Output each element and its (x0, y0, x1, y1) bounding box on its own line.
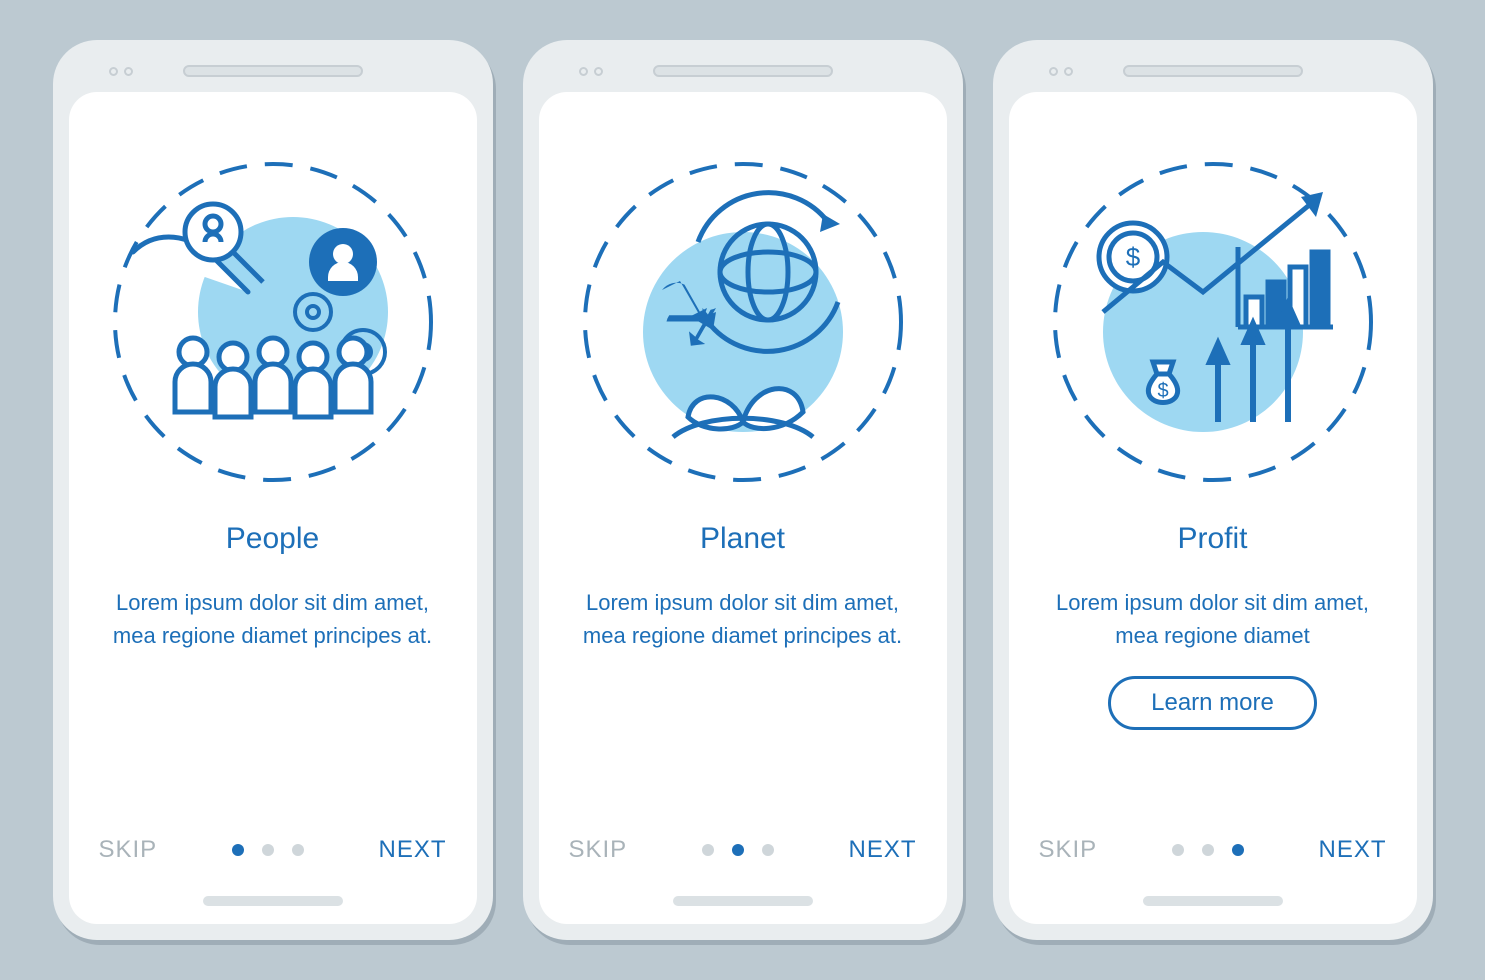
home-indicator (1143, 896, 1283, 906)
learn-more-button[interactable]: Learn more (1108, 676, 1317, 730)
screen-description: Lorem ipsum dolor sit dim amet, mea regi… (103, 586, 443, 652)
planet-icon (583, 162, 903, 482)
people-icon (113, 162, 433, 482)
screen-title: Planet (700, 522, 785, 556)
screen-description: Lorem ipsum dolor sit dim amet, mea regi… (573, 586, 913, 652)
onboarding-screen-1: People Lorem ipsum dolor sit dim amet, m… (69, 92, 477, 924)
skip-button[interactable]: SKIP (99, 836, 158, 864)
page-dot-3[interactable] (762, 844, 774, 856)
home-indicator (673, 896, 813, 906)
page-dot-2[interactable] (262, 844, 274, 856)
phone-frame: $ (993, 40, 1433, 940)
svg-text:$: $ (1125, 242, 1140, 272)
camera-dots (1049, 67, 1073, 76)
screen-title: People (226, 522, 319, 556)
page-dot-1[interactable] (702, 844, 714, 856)
phone-frame: People Lorem ipsum dolor sit dim amet, m… (53, 40, 493, 940)
phone-notch (1009, 56, 1417, 86)
nav-bar: SKIP NEXT (69, 836, 477, 864)
screen-title: Profit (1177, 522, 1247, 556)
speaker-grille (1123, 65, 1303, 77)
onboarding-screen-3: $ (1009, 92, 1417, 924)
page-dot-3[interactable] (292, 844, 304, 856)
page-dot-2[interactable] (732, 844, 744, 856)
home-indicator (203, 896, 343, 906)
skip-button[interactable]: SKIP (1039, 836, 1098, 864)
phone-notch (69, 56, 477, 86)
svg-text:$: $ (1157, 380, 1168, 402)
camera-dots (109, 67, 133, 76)
speaker-grille (183, 65, 363, 77)
phone-frame: Planet Lorem ipsum dolor sit dim amet, m… (523, 40, 963, 940)
page-dot-3[interactable] (1232, 844, 1244, 856)
next-button[interactable]: NEXT (378, 836, 446, 864)
page-dots (1172, 844, 1244, 856)
page-dot-1[interactable] (1172, 844, 1184, 856)
profit-icon: $ (1053, 162, 1373, 482)
onboarding-screen-2: Planet Lorem ipsum dolor sit dim amet, m… (539, 92, 947, 924)
page-dot-2[interactable] (1202, 844, 1214, 856)
next-button[interactable]: NEXT (848, 836, 916, 864)
page-dot-1[interactable] (232, 844, 244, 856)
speaker-grille (653, 65, 833, 77)
screen-description: Lorem ipsum dolor sit dim amet, mea regi… (1043, 586, 1383, 652)
nav-bar: SKIP NEXT (1009, 836, 1417, 864)
page-dots (702, 844, 774, 856)
skip-button[interactable]: SKIP (569, 836, 628, 864)
page-dots (232, 844, 304, 856)
next-button[interactable]: NEXT (1318, 836, 1386, 864)
camera-dots (579, 67, 603, 76)
nav-bar: SKIP NEXT (539, 836, 947, 864)
phone-notch (539, 56, 947, 86)
